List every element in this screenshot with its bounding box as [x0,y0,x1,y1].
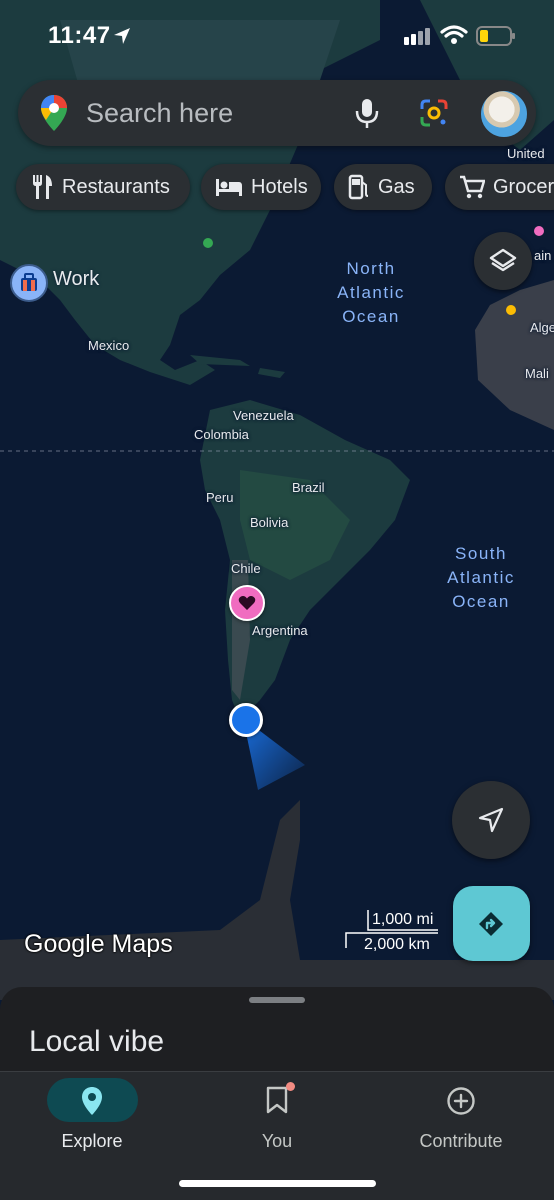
bed-icon [216,179,242,196]
map-label-south-atlantic: South Atlantic Ocean [436,542,526,614]
navigation-arrow-icon [478,807,504,833]
gas-pump-icon [348,174,369,200]
nav-label: Explore [61,1131,123,1151]
map-label-north-atlantic: North Atlantic Ocean [326,257,416,329]
map-label-united: United [507,146,545,161]
profile-avatar[interactable] [480,90,528,138]
map-label-argentina: Argentina [252,623,308,638]
cart-icon [460,175,485,199]
map-label-colombia: Colombia [194,427,249,442]
ocean-label-line: Atlantic [447,568,515,587]
map-label-bolivia: Bolivia [250,515,289,530]
sheet-title: Local vibe [29,1025,165,1058]
map-label-spain: ain [534,248,552,263]
work-place-label[interactable]: Work [53,268,99,291]
status-bar: 11:47 [0,0,554,70]
sheet-drag-handle[interactable] [249,997,305,1003]
nav-label: You [261,1131,293,1151]
nav-you[interactable]: You [185,1072,369,1172]
add-circle-icon [447,1087,475,1115]
ocean-label-line: South [455,544,507,563]
map-scale: 1,000 mi 2,000 km [344,908,440,958]
google-maps-logo: Google Maps [24,930,173,958]
microphone-icon[interactable] [354,97,380,129]
chip-label: Grocer [493,175,554,198]
cellular-signal-icon [404,28,430,45]
wifi-icon [440,25,468,44]
location-pin-icon [82,1087,102,1115]
favorite-place-pin[interactable] [229,585,265,621]
chip-label: Restaurants [62,175,170,198]
chip-groceries[interactable]: Grocer [445,164,554,210]
map-label-chile: Chile [231,561,261,576]
chip-hotels[interactable]: Hotels [201,164,321,210]
scale-miles: 1,000 mi [372,911,434,928]
work-place-icon[interactable] [10,264,48,302]
search-input[interactable]: Search here [86,98,233,129]
ocean-label-line: Ocean [342,307,400,326]
heart-icon [238,596,256,610]
directions-icon [479,912,503,936]
map-label-venezuela: Venezuela [233,408,294,423]
nav-explore[interactable]: Explore [0,1072,184,1172]
search-bar[interactable]: Search here [18,80,536,146]
directions-button[interactable] [453,886,530,961]
ocean-label-line: North [346,259,396,278]
current-location-dot [229,703,263,737]
map-label-mali: Mali [525,366,549,381]
map-label-brazil: Brazil [292,480,325,495]
notification-dot [286,1082,295,1091]
chip-label: Gas [378,175,415,198]
map-label-algeria: Alge [530,320,554,335]
layers-icon [489,248,517,272]
google-maps-pin-icon [41,95,67,131]
map-label-mexico: Mexico [88,338,130,353]
map-label-peru: Peru [206,490,234,505]
location-services-icon [114,28,130,44]
status-time: 11:47 [48,22,111,49]
battery-icon [476,26,515,46]
layers-button[interactable] [474,232,532,290]
ocean-label-line: Ocean [452,592,510,611]
scale-km: 2,000 km [364,936,430,953]
my-location-button[interactable] [452,781,530,859]
category-chips: Restaurants Hotels Gas Grocer [16,164,554,210]
ocean-label-line: Atlantic [337,283,405,302]
google-lens-icon[interactable] [418,97,450,129]
chip-gas[interactable]: Gas [334,164,432,210]
chip-label: Hotels [251,175,308,198]
nav-contribute[interactable]: Contribute [369,1072,553,1172]
briefcase-icon [21,273,37,291]
chip-restaurants[interactable]: Restaurants [16,164,190,210]
bookmark-icon [266,1086,288,1114]
fork-knife-icon [33,175,52,199]
nav-label: Contribute [419,1131,503,1151]
home-indicator[interactable] [179,1180,376,1187]
bottom-sheet[interactable]: Local vibe [0,987,554,1077]
